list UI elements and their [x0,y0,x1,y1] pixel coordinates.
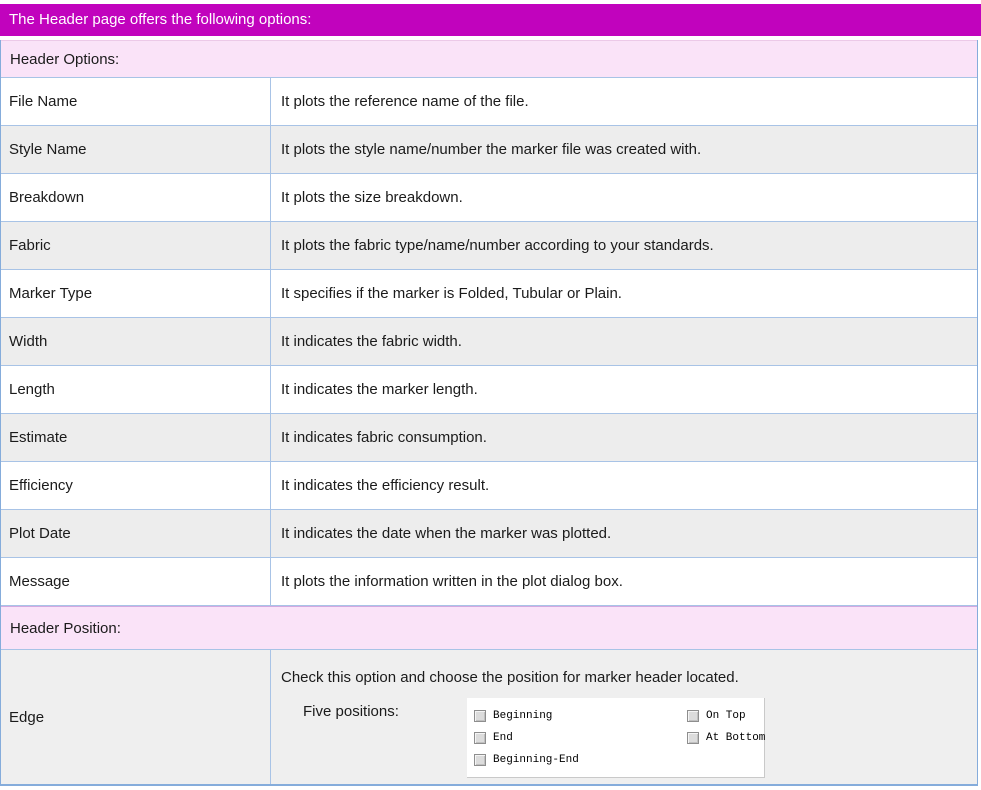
option-description: It plots the size breakdown. [271,174,977,221]
checkbox-icon[interactable] [474,710,486,722]
option-name: Width [1,318,271,365]
edge-description: Check this option and choose the positio… [281,669,977,686]
option-description: It indicates the fabric width. [271,318,977,365]
positions-panel: Beginning End Beginning-End [467,698,765,778]
option-description: It specifies if the marker is Folded, Tu… [271,270,977,317]
page-title: The Header page offers the following opt… [0,4,981,36]
position-option-on-top[interactable]: On Top [687,705,765,727]
header-options-table: Header Options: File Name It plots the r… [0,40,978,786]
position-option-label: On Top [706,710,746,722]
option-name: Fabric [1,222,271,269]
checkbox-icon[interactable] [474,754,486,766]
checkbox-icon[interactable] [474,732,486,744]
position-option-beginning[interactable]: Beginning [474,705,687,727]
option-name: Message [1,558,271,605]
checkbox-icon[interactable] [687,710,699,722]
table-row-marker-type: Marker Type It specifies if the marker i… [1,270,977,318]
option-name: File Name [1,78,271,125]
table-row-plot-date: Plot Date It indicates the date when the… [1,510,977,558]
position-option-beginning-end[interactable]: Beginning-End [474,749,687,771]
option-name: Marker Type [1,270,271,317]
table-row-length: Length It indicates the marker length. [1,366,977,414]
option-description: It plots the style name/number the marke… [271,126,977,173]
positions-column-left: Beginning End Beginning-End [474,705,687,771]
table-row-fabric: Fabric It plots the fabric type/name/num… [1,222,977,270]
section-header-options: Header Options: [1,40,977,78]
option-name: Efficiency [1,462,271,509]
table-row-breakdown: Breakdown It plots the size breakdown. [1,174,977,222]
position-option-label: Beginning-End [493,754,579,766]
positions-column-right: On Top At Bottom [687,705,765,771]
option-name: Plot Date [1,510,271,557]
option-description: It plots the information written in the … [271,558,977,605]
table-row-file-name: File Name It plots the reference name of… [1,78,977,126]
table-row-edge: Edge Check this option and choose the po… [1,650,977,784]
option-description: It plots the reference name of the file. [271,78,977,125]
option-description: It indicates the date when the marker wa… [271,510,977,557]
table-row-width: Width It indicates the fabric width. [1,318,977,366]
position-option-label: At Bottom [706,732,765,744]
option-description: It plots the fabric type/name/number acc… [271,222,977,269]
table-row-message: Message It plots the information written… [1,558,977,606]
position-option-label: Beginning [493,710,552,722]
edge-label: Edge [1,650,271,784]
checkbox-icon[interactable] [687,732,699,744]
position-option-label: End [493,732,513,744]
five-positions-label: Five positions: [303,703,467,720]
option-name: Style Name [1,126,271,173]
option-rows: File Name It plots the reference name of… [1,78,977,606]
option-description: It indicates the marker length. [271,366,977,413]
option-name: Breakdown [1,174,271,221]
option-name: Estimate [1,414,271,461]
table-row-efficiency: Efficiency It indicates the efficiency r… [1,462,977,510]
section-header-position: Header Position: [1,606,977,650]
positions-line: Five positions: Beginning End [281,703,977,778]
position-option-end[interactable]: End [474,727,687,749]
position-option-at-bottom[interactable]: At Bottom [687,727,765,749]
table-row-style-name: Style Name It plots the style name/numbe… [1,126,977,174]
help-page: The Header page offers the following opt… [0,0,981,790]
edge-cell: Check this option and choose the positio… [271,650,977,784]
option-description: It indicates the efficiency result. [271,462,977,509]
option-name: Length [1,366,271,413]
table-row-estimate: Estimate It indicates fabric consumption… [1,414,977,462]
option-description: It indicates fabric consumption. [271,414,977,461]
